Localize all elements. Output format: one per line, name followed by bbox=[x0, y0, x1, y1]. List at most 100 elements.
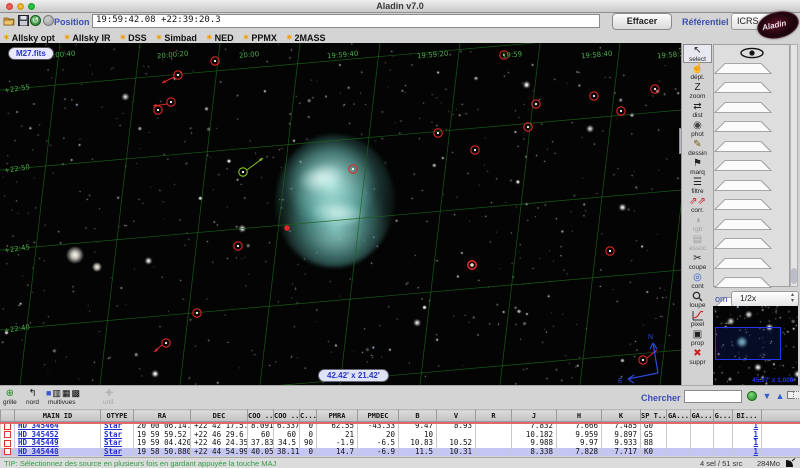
column-header-bi[interactable]: BI... bbox=[733, 410, 762, 422]
bibcode-link[interactable]: 1 bbox=[753, 439, 758, 447]
quicklink-ned[interactable]: ✶NED bbox=[206, 33, 234, 43]
quicklink-dss[interactable]: ✶DSS bbox=[119, 33, 146, 43]
viewbar-label: grille bbox=[3, 399, 17, 406]
stack-scrollbar[interactable] bbox=[790, 44, 798, 287]
column-header-b[interactable]: B bbox=[399, 410, 437, 422]
scrollbar-handle[interactable] bbox=[791, 268, 797, 284]
empty-plane-slot[interactable] bbox=[714, 158, 789, 176]
source-id-link[interactable]: HD 345448 bbox=[18, 448, 59, 456]
empty-plane-slot[interactable] bbox=[714, 119, 789, 137]
tool-marq[interactable]: ⚑marq bbox=[683, 158, 712, 177]
table-cell bbox=[762, 439, 800, 448]
row-tag-checkbox[interactable] bbox=[4, 431, 11, 438]
empty-plane-slot[interactable] bbox=[714, 61, 789, 79]
tool-cont[interactable]: ◎cont bbox=[683, 272, 712, 291]
column-header-otype[interactable]: OTYPE bbox=[101, 410, 134, 422]
sky-view[interactable]: NE 20:00:4020:00:2020:0019:59:4019:59:20… bbox=[0, 43, 681, 385]
column-header-dec[interactable]: DEC bbox=[191, 410, 248, 422]
multiview-layout-icon[interactable]: ▩ bbox=[71, 388, 80, 398]
tool-zoom[interactable]: Zzoom bbox=[683, 82, 712, 101]
stepper-arrows-icon[interactable]: ▴▾ bbox=[788, 293, 797, 304]
tool-coupe[interactable]: ✂coupe bbox=[683, 253, 712, 272]
save-icon[interactable] bbox=[17, 15, 29, 27]
column-header-g[interactable]: G... bbox=[714, 410, 733, 422]
viewbar-label: unif. bbox=[103, 399, 115, 406]
column-header-c[interactable]: C... bbox=[300, 410, 317, 422]
search-input[interactable] bbox=[684, 390, 742, 403]
column-header-h[interactable]: H bbox=[557, 410, 602, 422]
column-header-ga[interactable]: GA... bbox=[667, 410, 691, 422]
empty-plane-slot[interactable] bbox=[714, 236, 789, 254]
bibcode-link[interactable]: 1 bbox=[753, 431, 758, 439]
row-tag-checkbox[interactable] bbox=[4, 448, 11, 455]
source-id-link[interactable]: HD 345449 bbox=[18, 439, 59, 447]
empty-plane-slot[interactable] bbox=[714, 80, 789, 98]
tool-dessin[interactable]: ✎dessin bbox=[683, 139, 712, 158]
column-header-mainid[interactable]: MAIN ID bbox=[15, 410, 101, 422]
zoom-factor-select[interactable]: 1/2x▴▾ bbox=[731, 291, 799, 307]
column-header-checkbox[interactable] bbox=[1, 410, 15, 422]
bibcode-link[interactable]: 1 bbox=[753, 448, 758, 456]
quicklink-allsky-opt[interactable]: ✶Allsky opt bbox=[3, 33, 55, 43]
column-header-coo[interactable]: COO ... bbox=[248, 410, 274, 422]
position-input[interactable]: 19:59:42.08 +22:39:20.3 bbox=[92, 14, 600, 28]
tool-dist[interactable]: ⇄dist bbox=[683, 101, 712, 120]
column-header-checkbox[interactable] bbox=[762, 410, 800, 422]
empty-plane-slot[interactable] bbox=[714, 100, 789, 118]
tool-suppr[interactable]: ✖suppr bbox=[683, 348, 712, 367]
tool-corr[interactable]: ⇗⇗corr. bbox=[683, 196, 712, 215]
compass-line bbox=[628, 379, 634, 383]
quicklink-simbad[interactable]: ✶Simbad bbox=[156, 33, 197, 43]
open-file-icon[interactable] bbox=[3, 15, 15, 27]
tool-loupe[interactable]: loupe bbox=[683, 291, 712, 310]
column-header-j[interactable]: J bbox=[512, 410, 557, 422]
empty-plane-slot[interactable] bbox=[714, 256, 789, 274]
back-icon[interactable]: ↺ bbox=[30, 15, 42, 27]
table-row[interactable]: HD 345448Star19 58 50.8804+22 44 54.9914… bbox=[1, 448, 800, 457]
tool-pixel[interactable]: pixel bbox=[683, 310, 712, 329]
column-header-pmdec[interactable]: PMDEC bbox=[358, 410, 399, 422]
effacer-button[interactable]: Effacer bbox=[612, 13, 672, 30]
tool-dpl[interactable]: ☝dépl. bbox=[683, 63, 712, 82]
quicklink-2mass[interactable]: ✶2MASS bbox=[286, 33, 326, 43]
column-header-r[interactable]: R bbox=[476, 410, 512, 422]
tool-select[interactable]: ↖select bbox=[683, 44, 712, 63]
empty-plane-slot[interactable] bbox=[714, 217, 789, 235]
otype-link[interactable]: Star bbox=[104, 439, 122, 447]
multiview-layout-icon[interactable]: ▦ bbox=[62, 388, 71, 398]
viewbar-grille[interactable]: ⊕grille bbox=[3, 388, 17, 406]
table-row[interactable]: HD 345449Star19 59 04.4201+22 46 24.3563… bbox=[1, 439, 800, 448]
search-go-button[interactable] bbox=[746, 390, 758, 402]
tool-phot[interactable]: ◉phot bbox=[683, 120, 712, 139]
search-previous-button[interactable]: ▲ bbox=[774, 390, 786, 402]
marker-star-core bbox=[242, 171, 244, 173]
active-view-icon[interactable]: ■ bbox=[46, 388, 51, 398]
tool-prop[interactable]: ▣prop bbox=[683, 329, 712, 348]
thumbnail-view-rectangle[interactable] bbox=[715, 327, 781, 360]
otype-link[interactable]: Star bbox=[104, 448, 122, 456]
tool-filtre[interactable]: ☰filtre bbox=[683, 177, 712, 196]
otype-link[interactable]: Star bbox=[104, 431, 122, 439]
column-header-v[interactable]: V bbox=[437, 410, 476, 422]
column-header-spt[interactable]: SP T... bbox=[641, 410, 667, 422]
empty-plane-slot[interactable] bbox=[714, 139, 789, 157]
table-row[interactable]: HD 345452Star19 59 59.52+22 46 29.660600… bbox=[1, 431, 800, 440]
column-header-ra[interactable]: RA bbox=[134, 410, 191, 422]
row-tag-checkbox[interactable] bbox=[4, 440, 11, 447]
overview-thumbnail[interactable]: 45.97' x 1.008° bbox=[713, 306, 798, 385]
table-detach-button[interactable] bbox=[793, 391, 800, 399]
column-header-ga[interactable]: GA... bbox=[691, 410, 714, 422]
quicklink-ppmx[interactable]: ✶PPMX bbox=[243, 33, 277, 43]
column-header-pmra[interactable]: PMRA bbox=[317, 410, 358, 422]
empty-plane-slot[interactable] bbox=[714, 178, 789, 196]
search-next-button[interactable]: ▼ bbox=[761, 390, 773, 402]
viewbar-nord[interactable]: ↰nord bbox=[26, 388, 39, 406]
quicklink-allsky-ir[interactable]: ✶Allsky IR bbox=[64, 33, 111, 43]
simbad-source-marker[interactable] bbox=[285, 226, 289, 230]
column-header-coo[interactable]: COO ... bbox=[274, 410, 300, 422]
marker-star-core bbox=[237, 245, 239, 247]
column-header-k[interactable]: K bbox=[602, 410, 641, 422]
source-id-link[interactable]: HD 345452 bbox=[18, 431, 59, 439]
empty-plane-slot[interactable] bbox=[714, 197, 789, 215]
multiview-layout-icon[interactable]: ▥ bbox=[52, 388, 61, 398]
